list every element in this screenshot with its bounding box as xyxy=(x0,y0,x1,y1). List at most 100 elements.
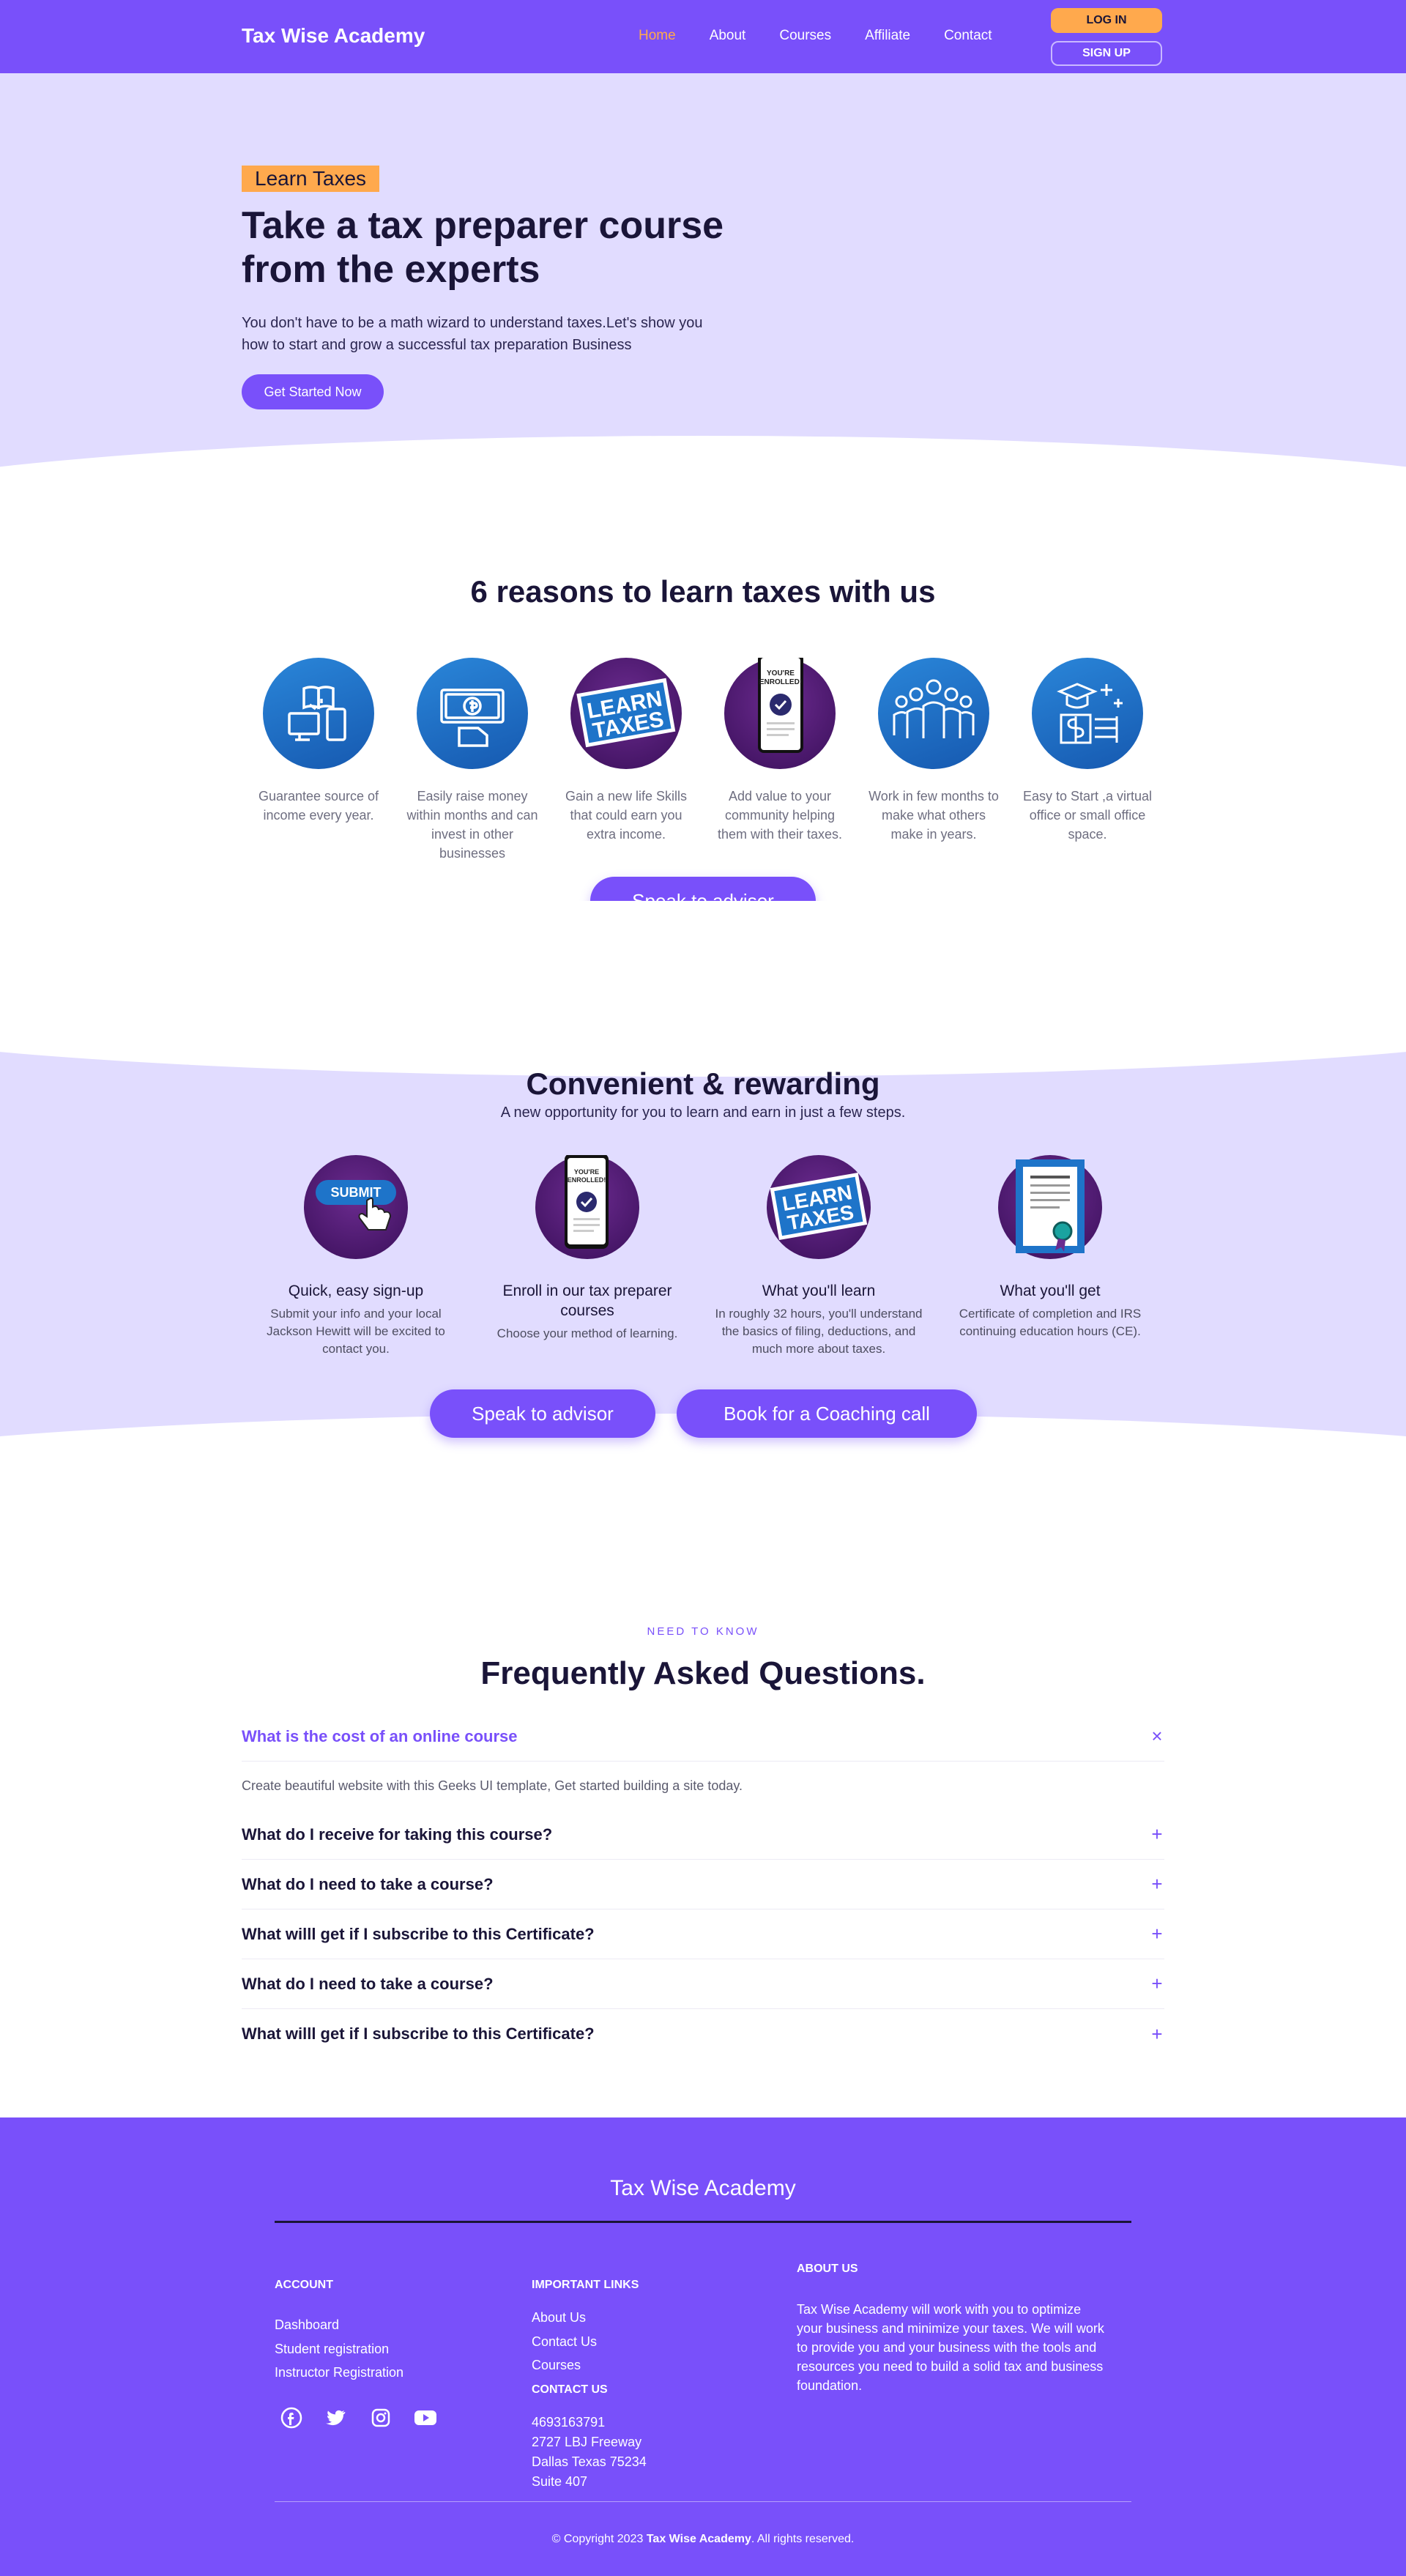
reason-card-4: YOU'RE ENROLLED! Add value to your commu… xyxy=(714,653,846,844)
reason-text: Guarantee source of income every year. xyxy=(258,789,379,823)
get-started-button[interactable]: Get Started Now xyxy=(242,374,384,409)
twitter-icon[interactable] xyxy=(324,2405,349,2430)
nav-link-about[interactable]: About xyxy=(710,28,746,44)
faq-question-text: What do I need to take a course? xyxy=(242,1974,494,1993)
money-hand-icon xyxy=(417,658,528,769)
step-title: What you'll get xyxy=(1000,1283,1101,1299)
reason-text: Gain a new life Skills that could earn y… xyxy=(565,789,688,842)
learn-taxes-sign-icon: LEARN TAXES xyxy=(570,658,682,769)
nav-link-home[interactable]: Home xyxy=(639,28,676,44)
close-icon[interactable]: × xyxy=(1150,1725,1164,1748)
footer-about-heading: ABOUT US xyxy=(797,2263,858,2275)
nav-link-affiliate[interactable]: Affiliate xyxy=(865,28,910,44)
book-coaching-call-button[interactable]: Book for a Coaching call xyxy=(677,1389,977,1438)
hero-title: Take a tax preparer course from the expe… xyxy=(242,204,724,291)
reason-text: Easily raise money within months and can… xyxy=(406,789,538,861)
footer-link-about-us[interactable]: About Us xyxy=(532,2309,586,2326)
step-text: Submit your info and your local Jackson … xyxy=(267,1307,445,1356)
reason-card-2: Easily raise money within months and can… xyxy=(406,658,538,863)
faq-question-text: What willl get if I subscribe to this Ce… xyxy=(242,1924,595,1943)
svg-text:YOU'RE: YOU'RE xyxy=(574,1168,599,1176)
convenient-title: Convenient & rewarding xyxy=(526,1066,880,1101)
faq-question[interactable]: What willl get if I subscribe to this Ce… xyxy=(242,1909,1164,1959)
instagram-icon[interactable] xyxy=(368,2405,393,2430)
faq-title: Frequently Asked Questions. xyxy=(480,1655,926,1691)
footer-phone: 4693163791 xyxy=(532,2415,606,2430)
step-signup: SUBMIT Quick, easy sign-up Submit your i… xyxy=(246,1155,466,1358)
faq-question-text: What willl get if I subscribe to this Ce… xyxy=(242,2024,595,2043)
submit-badge-text: SUBMIT xyxy=(331,1185,382,1200)
footer-address-line-2: Dallas Texas 75234 xyxy=(532,2454,647,2469)
faq-question-text: What do I receive for taking this course… xyxy=(242,1825,553,1844)
convenient-subtitle: A new opportunity for you to learn and e… xyxy=(500,1105,906,1121)
brand-logo[interactable]: Tax Wise Academy xyxy=(242,24,425,48)
step-get: What you'll get Certificate of completio… xyxy=(940,1155,1160,1340)
plus-icon[interactable]: + xyxy=(1150,2023,1164,2046)
reason-text: Add value to your community helping them… xyxy=(717,789,843,842)
submit-click-icon: SUBMIT xyxy=(304,1155,408,1259)
step-text: Choose your method of learning. xyxy=(496,1326,678,1340)
footer-link-contact-us[interactable]: Contact Us xyxy=(532,2334,597,2350)
faq-question-text: What is the cost of an online course xyxy=(242,1726,518,1745)
youtube-icon[interactable] xyxy=(413,2405,438,2430)
footer-link-instructor-registration[interactable]: Instructor Registration xyxy=(275,2364,403,2380)
footer-link-student-registration[interactable]: Student registration xyxy=(275,2341,389,2357)
convenient-top-curve xyxy=(0,901,1406,1077)
faq-question[interactable]: What do I need to take a course? + xyxy=(242,1860,1164,1909)
footer: Tax Wise Academy ACCOUNT Dashboard Stude… xyxy=(0,2117,1406,2576)
page: Tax Wise Academy Home About Courses Affi… xyxy=(0,0,1406,2576)
step-text: In roughly 32 hours, you'll understand t… xyxy=(715,1307,923,1356)
footer-important-heading: IMPORTANT LINKS xyxy=(532,2279,639,2291)
footer-address-line-3: Suite 407 xyxy=(532,2474,588,2489)
reason-card-5: Work in few months to make what others m… xyxy=(868,658,1000,844)
faq-question[interactable]: What do I receive for taking this course… xyxy=(242,1810,1164,1860)
reason-card-3: LEARN TAXES Gain a new life Skills that … xyxy=(560,658,692,844)
facebook-icon[interactable] xyxy=(279,2405,304,2430)
step-title: Quick, easy sign-up xyxy=(288,1283,424,1299)
signup-button[interactable]: SIGN UP xyxy=(1051,41,1162,66)
footer-contact-heading: CONTACT US xyxy=(532,2383,608,2396)
plus-icon[interactable]: + xyxy=(1150,1923,1164,1945)
main-menu: Home About Courses Affiliate Contact xyxy=(639,28,1026,44)
reason-card-6: Easy to Start ,a virtual office or small… xyxy=(1022,658,1153,844)
step-enroll: YOU'RE ENROLLED! Enroll in our tax prepa… xyxy=(477,1154,697,1343)
reason-card-1: Guarantee source of income every year. xyxy=(253,658,384,825)
plus-icon[interactable]: + xyxy=(1150,1823,1164,1846)
enrolled-phone-icon: YOU'RE ENROLLED! xyxy=(535,1154,639,1259)
plus-icon[interactable]: + xyxy=(1150,1972,1164,1995)
svg-text:ENROLLED!: ENROLLED! xyxy=(568,1176,606,1184)
hero-subtitle: You don't have to be a math wizard to un… xyxy=(242,315,703,353)
faq-kicker: NEED TO KNOW xyxy=(647,1625,759,1638)
faq-question[interactable]: What willl get if I subscribe to this Ce… xyxy=(242,2009,1164,2059)
top-navbar: Tax Wise Academy Home About Courses Affi… xyxy=(0,0,1406,73)
speak-to-advisor-button-2[interactable]: Speak to advisor xyxy=(430,1389,655,1438)
step-title: What you'll learn xyxy=(762,1283,876,1299)
footer-link-dashboard[interactable]: Dashboard xyxy=(275,2317,339,2333)
svg-text:YOU'RE: YOU'RE xyxy=(767,669,795,678)
login-button[interactable]: LOG IN xyxy=(1051,8,1162,33)
footer-link-courses[interactable]: Courses xyxy=(532,2357,581,2373)
nav-link-courses[interactable]: Courses xyxy=(779,28,831,44)
reason-text: Easy to Start ,a virtual office or small… xyxy=(1022,789,1153,842)
faq-question-text: What do I need to take a course? xyxy=(242,1874,494,1893)
faq-question[interactable]: What do I need to take a course? + xyxy=(242,1959,1164,2009)
copyright-suffix: . All rights reserved. xyxy=(751,2533,855,2545)
reason-text: Work in few months to make what others m… xyxy=(868,789,999,842)
plus-icon[interactable]: + xyxy=(1150,1873,1164,1896)
nav-link-contact[interactable]: Contact xyxy=(944,28,992,44)
copyright-prefix: © Copyright 2023 xyxy=(551,2533,644,2545)
footer-address-line-1: 2727 LBJ Freeway xyxy=(532,2435,642,2449)
learn-taxes-sign-icon: LEARN TAXES xyxy=(767,1155,871,1259)
computer-devices-icon xyxy=(263,658,374,769)
footer-about-text: Tax Wise Academy will work with you to o… xyxy=(797,2302,1104,2393)
step-learn: LEARN TAXES What you'll learn In roughly… xyxy=(709,1155,929,1358)
footer-account-heading: ACCOUNT xyxy=(275,2279,333,2291)
footer-brand: Tax Wise Academy xyxy=(610,2176,796,2200)
footer-bottom-rule xyxy=(275,2501,1131,2502)
certificate-icon xyxy=(998,1155,1102,1259)
step-text: Certificate of completion and IRS contin… xyxy=(959,1307,1142,1338)
faq-question[interactable]: What is the cost of an online course × xyxy=(242,1712,1164,1762)
footer-divider xyxy=(275,2221,1131,2223)
people-group-icon xyxy=(878,658,989,769)
faq-list: What is the cost of an online course × C… xyxy=(242,1712,1164,2059)
